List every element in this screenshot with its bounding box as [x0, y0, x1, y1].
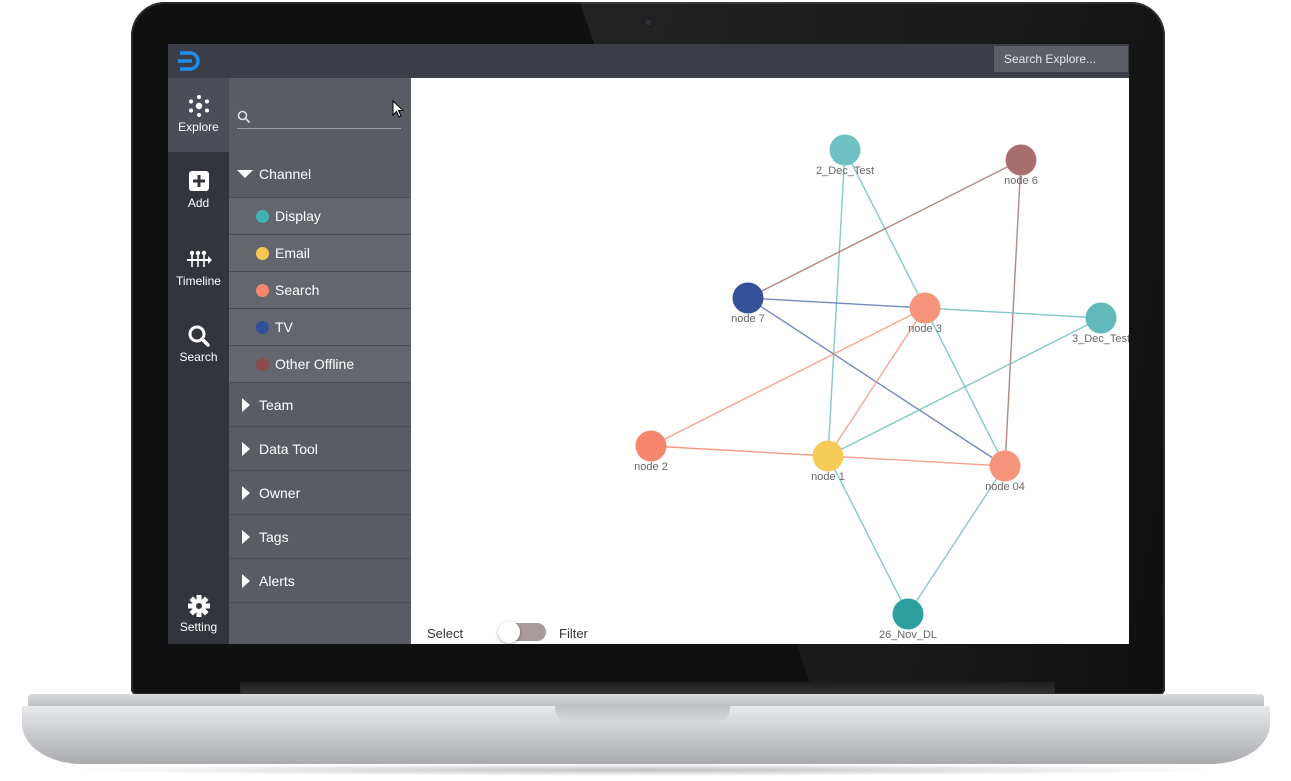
nav-setting[interactable]: Setting	[168, 584, 229, 644]
nav-add[interactable]: Add	[168, 158, 229, 232]
graph-node-n1[interactable]	[812, 440, 844, 472]
graph-edge-n_3dec-n1	[827, 317, 1102, 457]
tv-color-dot	[256, 321, 269, 334]
graph-node-n04[interactable]	[989, 450, 1021, 482]
display-color-dot	[256, 210, 269, 223]
graph-node-label: node 1	[811, 471, 845, 483]
graph-node-n_2dec[interactable]	[829, 134, 861, 166]
explore-canvas[interactable]: 2_Dec_Testnode 6 node 7 node 3 3_Dec_Testno…	[411, 78, 1129, 644]
graph-node-label: 2_Dec_Test	[816, 165, 874, 177]
chevron-right-icon	[242, 398, 250, 412]
filter-group-label: Tags	[259, 529, 289, 545]
chevron-right-icon	[242, 574, 250, 588]
graph-node-n26[interactable]	[892, 598, 924, 630]
search-icon	[188, 325, 210, 347]
filter-group-channel[interactable]: Channel	[229, 144, 411, 198]
gear-icon	[187, 595, 210, 617]
filter-group-team[interactable]: Team	[229, 383, 411, 427]
app-logo-icon[interactable]	[176, 48, 204, 74]
graph-node-label: node 2	[634, 461, 668, 473]
icon-sidebar: Explore Add Timeline Search Setting	[168, 78, 229, 644]
explore-icon	[188, 95, 209, 117]
chevron-down-icon	[237, 170, 253, 178]
graph-node-n6[interactable]	[1005, 144, 1037, 176]
graph-node-n2[interactable]	[635, 430, 667, 462]
chevron-right-icon	[242, 442, 250, 456]
filter-group-label: Team	[259, 397, 294, 413]
chevron-right-icon	[242, 486, 250, 500]
graph-edge-n2-n1	[650, 445, 829, 457]
nav-timeline-label: Timeline	[176, 274, 221, 288]
chevron-right-icon	[242, 530, 250, 544]
nav-explore-label: Explore	[178, 120, 219, 134]
filter-group-label: Alerts	[259, 573, 295, 589]
explore-search-input[interactable]: Search Explore...	[994, 46, 1128, 72]
graph-node-n7[interactable]	[732, 282, 764, 314]
graph-node-label: 3_Dec_Test	[1072, 333, 1129, 345]
filter-group-label: Channel	[259, 166, 312, 182]
nav-search-label: Search	[179, 350, 218, 364]
channel-item-label: Search	[275, 282, 320, 298]
search-icon	[237, 110, 251, 124]
channel-item-email[interactable]: Email	[229, 235, 411, 272]
top-bar: Search Explore...	[168, 44, 1129, 78]
app-screen: Search Explore... Explore Add Timeline S…	[168, 44, 1129, 644]
mouse-cursor-icon	[392, 100, 404, 118]
channel-item-label: Display	[275, 208, 321, 224]
graph-node-label: node 7	[731, 313, 765, 325]
filter-group-label: Data Tool	[259, 441, 318, 457]
add-icon	[188, 171, 209, 191]
timeline-icon	[186, 250, 212, 267]
filter-group-label: Owner	[259, 485, 301, 501]
graph-node-n_3dec[interactable]	[1085, 302, 1117, 334]
toggle-filter-label: Filter	[559, 626, 588, 641]
filter-group-owner[interactable]: Owner	[229, 471, 411, 515]
select-filter-toggle-row: Select Filter	[427, 621, 588, 643]
graph-edge-n3-n2	[650, 307, 926, 447]
laptop-notch	[555, 706, 730, 722]
channel-item-tv[interactable]: TV	[229, 309, 411, 346]
filter-panel: Channel Display Email Search TV Other Of…	[229, 78, 411, 644]
graph-node-label: node 04	[985, 481, 1025, 493]
select-filter-toggle[interactable]	[498, 621, 546, 643]
nav-search[interactable]: Search	[168, 314, 229, 388]
filter-group-tags[interactable]: Tags	[229, 515, 411, 559]
webcam	[644, 18, 653, 27]
laptop-shadow	[60, 764, 1230, 776]
graph-node-label: 26_Nov_DL	[879, 629, 937, 641]
other-offline-color-dot	[256, 358, 269, 371]
network-graph[interactable]: 2_Dec_Testnode 6 node 7 node 3 3_Dec_Testno…	[411, 78, 1129, 644]
channel-item-search[interactable]: Search	[229, 272, 411, 309]
filter-search-input[interactable]	[237, 100, 401, 129]
nav-explore[interactable]: Explore	[168, 78, 229, 152]
toggle-knob[interactable]	[498, 621, 520, 643]
graph-edge-n6-n7	[747, 159, 1022, 299]
nav-timeline[interactable]: Timeline	[168, 236, 229, 310]
graph-node-n3[interactable]	[909, 292, 941, 324]
email-color-dot	[256, 247, 269, 260]
filter-group-alerts[interactable]: Alerts	[229, 559, 411, 603]
nav-setting-label: Setting	[179, 620, 218, 634]
graph-node-label: node 3	[908, 323, 942, 335]
channel-item-label: Email	[275, 245, 311, 261]
filter-group-data-tool[interactable]: Data Tool	[229, 427, 411, 471]
channel-item-other-offline[interactable]: Other Offline	[229, 346, 411, 383]
nav-add-label: Add	[187, 196, 210, 210]
search-color-dot	[256, 284, 269, 297]
toggle-select-label: Select	[427, 626, 464, 641]
channel-item-label: Other Offline	[275, 356, 355, 372]
channel-item-display[interactable]: Display	[229, 198, 411, 235]
graph-edge-n1-n04	[827, 455, 1006, 467]
graph-node-label: node 6	[1004, 175, 1038, 187]
channel-item-label: TV	[275, 319, 293, 335]
